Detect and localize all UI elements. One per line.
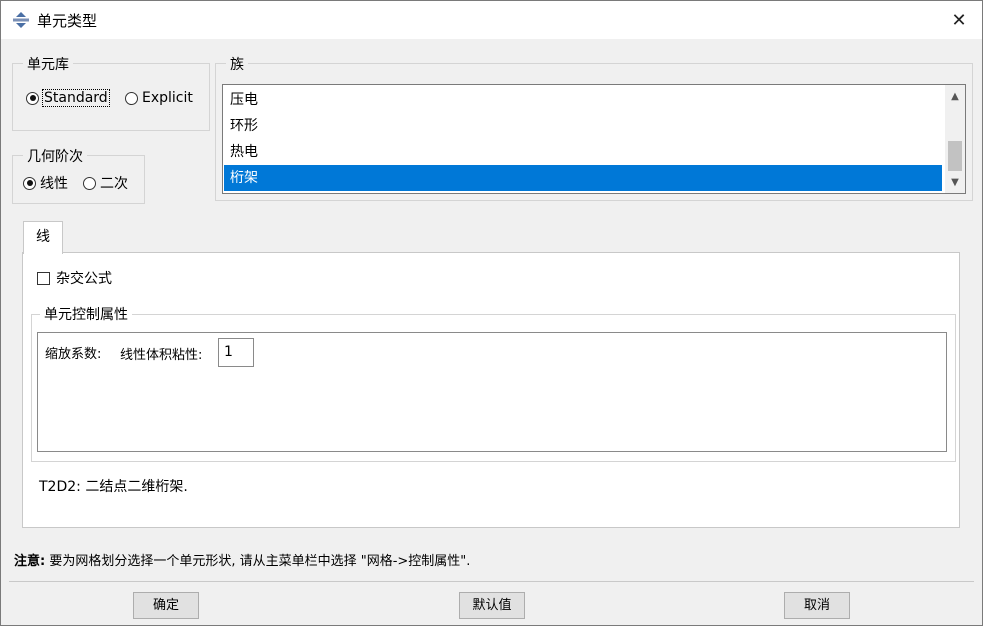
scale-factors-label: 缩放系数:: [45, 347, 102, 362]
defaults-button[interactable]: 默认值: [459, 592, 525, 619]
scrollbar-thumb[interactable]: [948, 141, 962, 171]
abaqus-app-icon: [13, 12, 29, 28]
ok-button[interactable]: 确定: [133, 592, 199, 619]
family-item-axisymmetric[interactable]: 环形: [224, 113, 942, 139]
radio-quadratic[interactable]: 二次: [83, 173, 128, 193]
radio-quadratic-indicator[interactable]: [83, 176, 96, 190]
family-item-thermal-electric[interactable]: 热电: [224, 139, 942, 165]
linear-bulk-viscosity-label: 线性体积粘性:: [120, 348, 203, 363]
element-controls-legend: 单元控制属性: [40, 304, 132, 324]
note-text: 要为网格划分选择一个单元形状, 请从主菜单栏中选择 "网格->控制属性".: [49, 554, 471, 569]
family-item-piezoelectric[interactable]: 压电: [224, 87, 942, 113]
family-listbox[interactable]: 压电 环形 热电 桁架 ▲ ▼: [222, 84, 966, 194]
title-bar[interactable]: 单元类型 ✕: [1, 1, 982, 39]
cancel-button[interactable]: 取消: [784, 592, 850, 619]
radio-linear-indicator[interactable]: [23, 176, 36, 190]
radio-linear-label: 线性: [40, 176, 68, 192]
note: 注意: 要为网格划分选择一个单元形状, 请从主菜单栏中选择 "网格->控制属性"…: [14, 550, 470, 569]
radio-standard-label: Standard: [42, 89, 110, 107]
radio-explicit-label: Explicit: [142, 90, 193, 106]
radio-linear[interactable]: 线性: [23, 173, 68, 193]
footer-divider: [9, 581, 974, 582]
hybrid-formulation-checkbox[interactable]: 杂交公式: [37, 268, 112, 288]
radio-explicit-indicator[interactable]: [125, 91, 138, 105]
element-description: T2D2: 二结点二维桁架.: [39, 479, 188, 495]
family-legend: 族: [226, 54, 248, 74]
linear-bulk-viscosity-input[interactable]: 1: [218, 338, 254, 367]
close-icon[interactable]: ✕: [936, 1, 982, 39]
family-scrollbar[interactable]: ▲ ▼: [945, 85, 965, 193]
scroll-up-icon[interactable]: ▲: [945, 86, 965, 106]
note-prefix: 注意:: [14, 554, 46, 569]
element-type-dialog: 单元类型 ✕ 单元库 Standard Explicit 几何阶次 线性 二次 …: [0, 0, 983, 626]
radio-explicit[interactable]: Explicit: [125, 90, 193, 106]
scroll-down-icon[interactable]: ▼: [945, 172, 965, 192]
geometric-order-legend: 几何阶次: [23, 146, 87, 166]
radio-quadratic-label: 二次: [100, 176, 128, 192]
hybrid-formulation-box[interactable]: [37, 271, 50, 285]
window-title: 单元类型: [37, 12, 98, 30]
family-item-truss[interactable]: 桁架: [224, 165, 942, 191]
radio-standard-indicator[interactable]: [26, 91, 39, 105]
tab-line[interactable]: 线: [23, 221, 63, 254]
radio-standard[interactable]: Standard: [26, 89, 110, 107]
element-library-legend: 单元库: [23, 54, 73, 74]
hybrid-formulation-label: 杂交公式: [56, 271, 112, 287]
